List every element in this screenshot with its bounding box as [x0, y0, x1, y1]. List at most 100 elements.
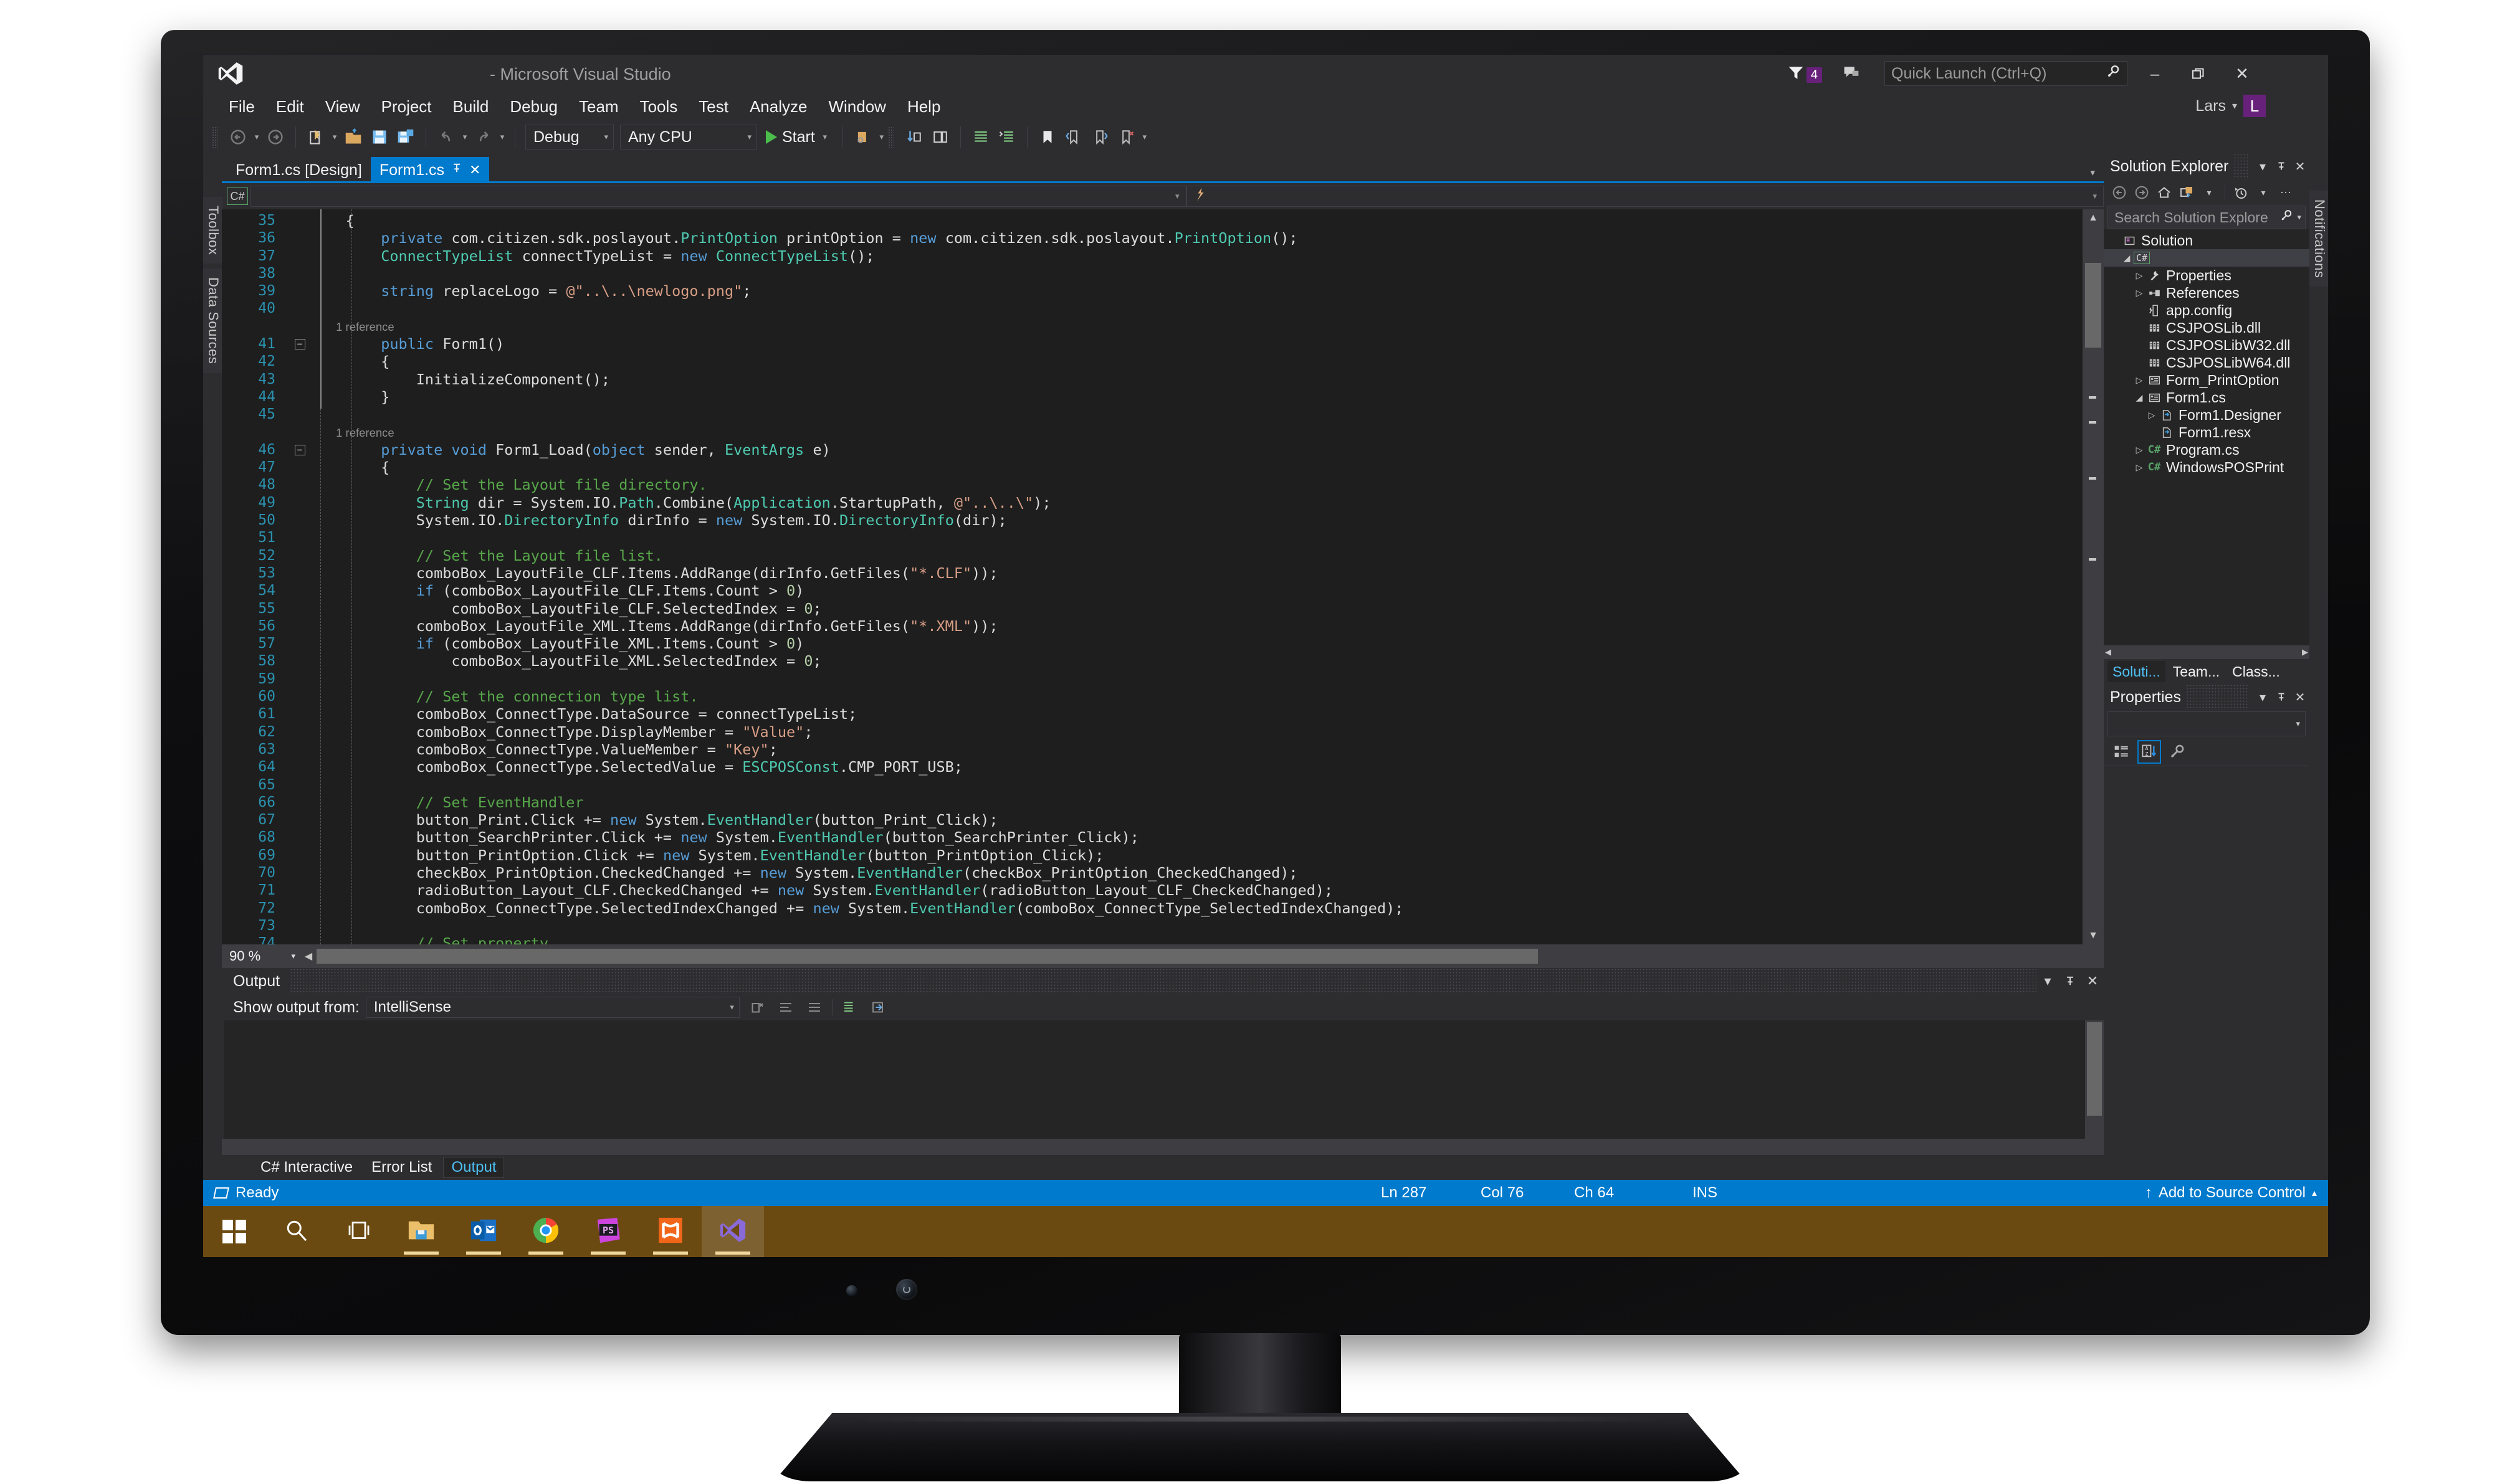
hot-reload-dropdown-caret[interactable]: ▾ — [877, 132, 887, 142]
close-icon[interactable]: ✕ — [2081, 970, 2104, 992]
code-line[interactable]: 61 comboBox_ConnectType.DataSource = con… — [229, 705, 2083, 723]
code-line[interactable]: 45 — [229, 406, 2083, 423]
code-reference-row[interactable]: 1 reference — [229, 318, 2083, 335]
tree-item[interactable]: ◢ Form1.cs — [2104, 389, 2309, 406]
alphabetical-sort-icon[interactable]: AZ — [2137, 739, 2161, 764]
add-to-source-control-button[interactable]: ↑ Add to Source Control ▴ — [2145, 1180, 2317, 1206]
properties-icon[interactable] — [2165, 740, 2188, 764]
close-icon[interactable]: ✕ — [469, 162, 480, 178]
taskbar-file-explorer[interactable] — [390, 1206, 452, 1257]
hot-reload-icon[interactable] — [851, 125, 876, 150]
redo-icon[interactable] — [471, 125, 496, 150]
find-message-icon[interactable] — [839, 996, 861, 1019]
code-line[interactable]: 58 comboBox_LayoutFile_XML.SelectedIndex… — [229, 652, 2083, 670]
properties-grid[interactable] — [2104, 766, 2309, 1180]
sidebar-item-data-sources[interactable]: Data Sources — [203, 268, 223, 373]
window-position-icon[interactable]: ▾ — [2253, 686, 2272, 708]
collapse-twisty-icon[interactable]: ◢ — [2132, 392, 2146, 403]
codelens-reference-count[interactable]: 1 reference — [310, 320, 394, 333]
solution-tree[interactable]: Solution ◢ C# ▷ Properties ▷ References app.con… — [2104, 229, 2309, 645]
editor-vertical-scrollbar[interactable]: ▲ ▼ — [2083, 209, 2104, 944]
scrollbar-thumb[interactable] — [2085, 263, 2101, 348]
taskbar-xampp[interactable] — [639, 1206, 702, 1257]
navigate-backward-icon[interactable] — [226, 125, 251, 150]
code-line[interactable]: 52 // Set the Layout file list. — [229, 547, 2083, 564]
home-icon[interactable] — [2154, 182, 2175, 203]
user-account-area[interactable]: Lars ▾ L — [2195, 95, 2266, 117]
tree-item[interactable]: Solution — [2104, 232, 2309, 249]
window-position-icon[interactable]: ▾ — [2036, 970, 2059, 992]
code-line[interactable]: 62 comboBox_ConnectType.DisplayMember = … — [229, 723, 2083, 741]
code-line[interactable]: 56 comboBox_LayoutFile_XML.Items.AddRang… — [229, 617, 2083, 635]
pin-icon[interactable] — [451, 162, 463, 178]
minimize-button[interactable]: – — [2136, 61, 2174, 86]
go-to-message-icon[interactable] — [867, 996, 890, 1019]
search-options-caret[interactable]: ▾ — [2297, 212, 2301, 222]
menu-item-file[interactable]: File — [218, 92, 265, 121]
close-icon[interactable]: ✕ — [2291, 156, 2309, 177]
forward-icon[interactable] — [2131, 182, 2152, 203]
collapse-icon[interactable]: − — [294, 338, 305, 349]
panel-drag-grip[interactable] — [2233, 153, 2248, 179]
code-surface[interactable]: 35 {36 private com.citizen.sdk.poslayout… — [229, 209, 2083, 944]
expand-twisty-icon[interactable]: ▷ — [2132, 462, 2146, 473]
code-reference-row[interactable]: 1 reference — [229, 424, 2083, 441]
menu-item-tools[interactable]: Tools — [629, 92, 689, 121]
nav-back-dropdown-caret[interactable]: ▾ — [252, 132, 262, 142]
code-line[interactable]: 35 { — [229, 212, 2083, 229]
toggle-autoscroll-icon[interactable] — [803, 996, 826, 1019]
code-line[interactable]: 74 // Set property — [229, 934, 2083, 944]
tree-item[interactable]: ▷ C# WindowsPOSPrint — [2104, 458, 2309, 476]
code-line[interactable]: 37 ConnectTypeList connectTypeList = new… — [229, 247, 2083, 265]
comment-icon[interactable] — [995, 125, 1019, 150]
restore-button[interactable] — [2180, 61, 2217, 86]
hscroll-track[interactable] — [317, 949, 2104, 964]
toolbar-grip-2[interactable] — [887, 126, 894, 148]
pin-icon[interactable] — [2059, 970, 2081, 992]
tree-item[interactable]: Form1.resx — [2104, 424, 2309, 441]
panel-drag-grip[interactable] — [2185, 684, 2248, 710]
sidebar-item-toolbox[interactable]: Toolbox — [203, 197, 223, 264]
step-into-icon[interactable] — [902, 125, 927, 150]
pending-changes-icon[interactable] — [2230, 182, 2251, 203]
navigate-forward-icon[interactable] — [263, 125, 288, 150]
menu-item-test[interactable]: Test — [688, 92, 739, 121]
codelens-reference-count[interactable]: 1 reference — [310, 426, 394, 439]
close-icon[interactable]: ✕ — [2291, 686, 2309, 708]
expand-twisty-icon[interactable]: ▷ — [2145, 410, 2159, 420]
code-line[interactable]: 71 radioButton_Layout_CLF.CheckedChanged… — [229, 881, 2083, 899]
code-line[interactable]: 53 comboBox_LayoutFile_CLF.Items.AddRang… — [229, 564, 2083, 582]
toggle-word-wrap-icon[interactable] — [775, 996, 797, 1019]
code-line[interactable]: 44 } — [229, 388, 2083, 406]
code-line[interactable]: 70 checkBox_PrintOption.CheckedChanged +… — [229, 864, 2083, 881]
code-line[interactable]: 49 String dir = System.IO.Path.Combine(A… — [229, 494, 2083, 511]
start-button[interactable] — [203, 1206, 265, 1257]
code-line[interactable]: 41 − public Form1() — [229, 335, 2083, 353]
tree-item[interactable]: ▷ Form_PrintOption — [2104, 371, 2309, 389]
code-line[interactable]: 46 − private void Form1_Load(object sende… — [229, 441, 2083, 458]
output-text-panel[interactable] — [224, 1020, 2104, 1139]
menu-item-analyze[interactable]: Analyze — [739, 92, 818, 121]
menu-item-project[interactable]: Project — [371, 92, 442, 121]
code-editor[interactable]: 35 {36 private com.citizen.sdk.poslayout… — [222, 209, 2104, 944]
tab-team-explorer[interactable]: Team... — [2168, 661, 2225, 682]
panel-drag-grip[interactable] — [290, 968, 2036, 994]
taskbar-chrome[interactable] — [515, 1206, 577, 1257]
clear-bookmarks-icon[interactable] — [1114, 125, 1138, 150]
tree-item[interactable]: ▷ References — [2104, 284, 2309, 302]
code-line[interactable]: 38 — [229, 265, 2083, 282]
start-dropdown-caret[interactable]: ▾ — [820, 132, 830, 142]
scroll-left-icon[interactable]: ◀ — [2105, 647, 2111, 657]
tree-item[interactable]: CSJPOSLibW64.dll — [2104, 354, 2309, 371]
code-line[interactable]: 63 comboBox_ConnectType.ValueMember = "K… — [229, 741, 2083, 758]
tab-form1-cs[interactable]: Form1.cs ✕ — [370, 157, 490, 183]
tree-item[interactable]: ▷ C# Program.cs — [2104, 441, 2309, 458]
start-debug-button[interactable]: Start ▾ — [761, 125, 835, 150]
code-line[interactable]: 73 — [229, 917, 2083, 934]
code-line[interactable]: 40 — [229, 300, 2083, 317]
quick-launch-input[interactable]: Quick Launch (Ctrl+Q) — [1884, 61, 2127, 86]
code-line[interactable]: 66 // Set EventHandler — [229, 794, 2083, 811]
window-position-icon[interactable]: ▾ — [2253, 156, 2272, 177]
code-line[interactable]: 43 InitializeComponent(); — [229, 371, 2083, 388]
indent-icon[interactable] — [968, 125, 993, 150]
